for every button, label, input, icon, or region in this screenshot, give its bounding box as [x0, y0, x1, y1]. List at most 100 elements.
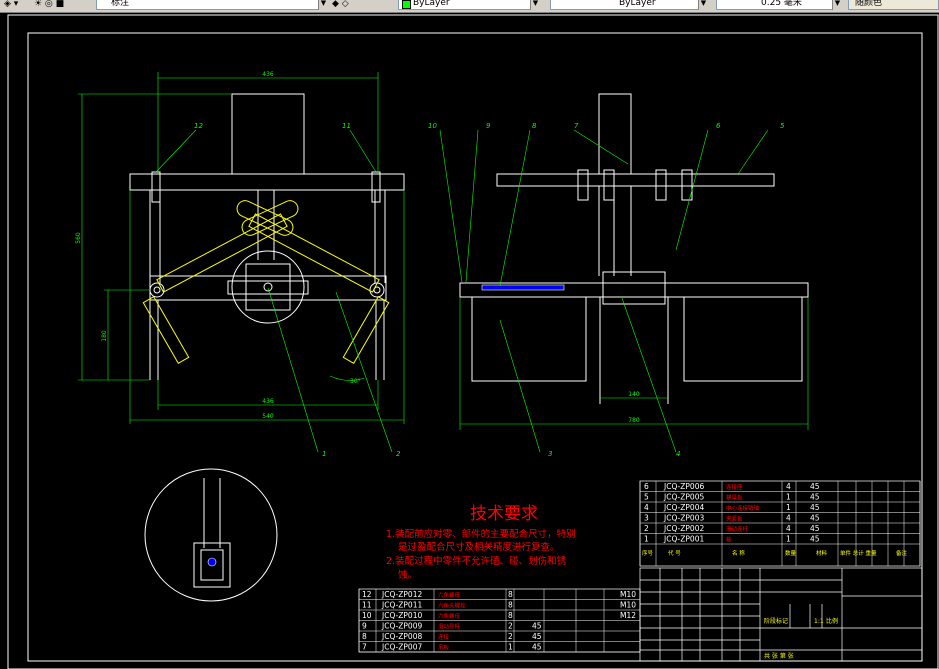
bom-lower-cell-name: 吊板 — [438, 644, 450, 652]
bom-upper-cell-name: 横梁板 — [726, 494, 743, 502]
title-mark: 阶段标记 — [764, 617, 788, 625]
bom-upper-cell-qty: 1 — [786, 503, 791, 512]
bom-lower-cell-no: 9 — [362, 622, 367, 631]
bom-lower-cell-code: JCQ-ZP011 — [381, 601, 422, 610]
bom-lower-cell-qty: 8 — [508, 590, 513, 599]
layer-combo-dropdown-icon[interactable]: ▼ — [318, 0, 328, 10]
bom-upper-cell-mat: 45 — [810, 493, 820, 502]
bom-lower-cell-mat: 45 — [532, 622, 542, 631]
bom-upper-cell-qty: 1 — [786, 535, 791, 544]
bom-lower-cell-code: JCQ-ZP007 — [381, 643, 422, 652]
drawing-canvas[interactable]: 436 560 180 436 540 30° 12 11 1 2 780 14… — [0, 13, 939, 669]
bom-upper-header-mat: 材料 — [816, 549, 828, 557]
bom-upper-cell-no: 5 — [644, 493, 649, 502]
bom-lower-cell-name: 六角螺母 — [438, 612, 461, 620]
bom-upper-cell-mat: 45 — [810, 503, 820, 512]
bom-upper-cell-no: 3 — [644, 514, 649, 523]
bom-upper-cell-mat: 45 — [810, 514, 820, 523]
detail-pin — [207, 557, 217, 567]
balloon-9: 9 — [486, 122, 491, 130]
balloon-1: 1 — [322, 450, 326, 458]
balloon-12: 12 — [194, 122, 203, 130]
color-combo[interactable]: ByLayer — [398, 0, 540, 10]
balloon-5: 5 — [780, 122, 785, 130]
bom-lower-cell-name: 六角头螺栓 — [438, 602, 466, 610]
balloon-3: 3 — [548, 450, 552, 458]
tech-requirement-line-1: 1.装配前应对零、部件的主要配合尺寸，特别 — [386, 528, 576, 540]
color-combo-dropdown-icon[interactable]: ▼ — [530, 0, 540, 10]
bom-upper-cell-no: 1 — [644, 535, 649, 544]
layer-combo-value: 标注 — [111, 0, 130, 8]
bom-upper-cell-code: JCQ-ZP002 — [663, 524, 704, 533]
bom-lower-cell-qty: 2 — [508, 622, 513, 631]
dim-overall-height: 560 — [75, 232, 82, 244]
bom-lower-cell-qty: 8 — [508, 611, 513, 620]
title-block — [639, 567, 923, 662]
bom-upper-cell-name: 中心连接销轴 — [726, 504, 760, 512]
title-count: 共 张 第 张 — [764, 652, 794, 660]
title-scale: 1:1 — [814, 618, 824, 625]
plotstyle-combo[interactable]: 随颜色 — [848, 0, 939, 10]
bom-upper-cell-mat: 45 — [810, 524, 820, 533]
make-layer-current-icon[interactable]: ◆ ◇ — [332, 0, 349, 11]
bom-lower-cell-code: JCQ-ZP009 — [381, 622, 422, 631]
front-dimensions — [78, 72, 405, 453]
bom-lower-cell-name: 六角螺母 — [438, 591, 461, 599]
dim-left-height: 180 — [101, 330, 108, 342]
dim-bottom-width: 436 — [262, 398, 274, 405]
bom-upper-cell-code: JCQ-ZP003 — [663, 514, 704, 523]
bom-upper-cell-name: 夹紧板 — [726, 515, 743, 523]
bom-upper-cell-no: 2 — [644, 524, 649, 533]
linetype-combo-value: ByLayer — [619, 0, 656, 8]
bom-upper-cell-no: 6 — [644, 482, 649, 491]
dim-angle: 30° — [350, 378, 361, 385]
bom-lower-cell-mat: 45 — [532, 643, 542, 652]
plotstyle-combo-value: 随颜色 — [855, 0, 883, 8]
bom-lower-cell-code: JCQ-ZP010 — [381, 611, 422, 620]
layer-state-icons[interactable]: ☀ ◎ ■ — [34, 0, 64, 11]
bom-upper-cell-qty: 4 — [786, 482, 791, 491]
side-slider-blue — [481, 284, 565, 291]
tech-requirements-title: 技术要求 — [470, 504, 538, 524]
bom-upper-cell-qty: 4 — [786, 524, 791, 533]
dim-side-width: 140 — [628, 391, 640, 398]
bom-upper-cell-name: 滑动连杆 — [726, 525, 749, 533]
lineweight-combo[interactable]: 0.25 毫米 — [716, 0, 842, 10]
side-dimensions — [439, 129, 809, 453]
bom-upper-header-weight: 单件 总计 重量 — [840, 549, 877, 557]
bom-lower-cell-std: M10 — [620, 601, 636, 610]
title-ratio: 比例 — [826, 617, 838, 625]
bom-upper-cell-qty: 1 — [786, 493, 791, 502]
bom-upper-header-name: 名 称 — [732, 549, 745, 557]
lineweight-combo-dropdown-icon[interactable]: ▼ — [832, 0, 842, 10]
color-combo-value: ByLayer — [413, 0, 450, 8]
layer-combo[interactable]: 标注 — [96, 0, 328, 10]
bom-lower-cell-no: 12 — [362, 590, 372, 599]
bom-lower-cell-no: 10 — [362, 611, 372, 620]
bom-lower-cell-no: 8 — [362, 632, 367, 641]
balloon-11: 11 — [342, 122, 351, 130]
bom-lower-cell-code: JCQ-ZP012 — [381, 590, 422, 599]
bom-lower-cell-no: 7 — [362, 643, 367, 652]
bom-lower-cell-name: 连接 — [438, 633, 450, 641]
layers-icon[interactable]: ◈ ▾ — [4, 0, 18, 11]
bom-upper-cell-code: JCQ-ZP001 — [663, 535, 704, 544]
bom-lower-cell-no: 11 — [362, 601, 372, 610]
bom-lower-cell-qty: 8 — [508, 601, 513, 610]
dim-overall-width: 540 — [262, 413, 274, 420]
balloon-4: 4 — [676, 450, 680, 458]
side-view — [459, 93, 809, 404]
tech-requirement-line-4: 蚀。 — [398, 569, 417, 581]
bom-lower-cell-code: JCQ-ZP008 — [381, 632, 422, 641]
properties-toolbar: ◈ ▾ ☀ ◎ ■ 标注 ▼ ◆ ◇ ByLayer ▼ ByLayer ▼ 0… — [0, 0, 939, 13]
bom-lower-cell-name: 滑动导杆 — [438, 623, 461, 631]
sheet-border — [7, 14, 939, 669]
bom-upper-cell-name: 连接座 — [726, 483, 743, 491]
bom-upper-header-no: 序号 — [642, 549, 654, 557]
balloon-7: 7 — [574, 122, 579, 130]
linetype-combo[interactable]: ByLayer — [550, 0, 708, 10]
linetype-combo-dropdown-icon[interactable]: ▼ — [698, 0, 708, 10]
bom-lower-cell-mat: 45 — [532, 632, 542, 641]
bom-upper-cell-name: 轴 — [726, 536, 732, 544]
dim-top-width: 436 — [262, 71, 274, 78]
